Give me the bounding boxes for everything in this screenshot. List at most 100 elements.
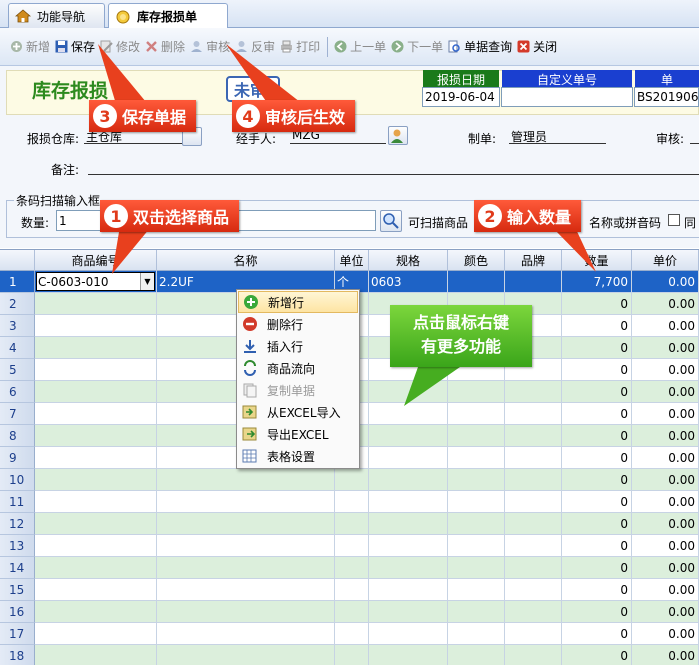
cell-qty[interactable]: 0 <box>562 315 632 337</box>
cell-price[interactable]: 0.00 <box>632 535 699 557</box>
cell-spec[interactable] <box>369 425 448 447</box>
cell-brand[interactable] <box>505 381 562 403</box>
cell-spec[interactable] <box>369 579 448 601</box>
menu-item-flow[interactable]: 商品流向 <box>238 357 358 379</box>
cell-spec[interactable] <box>369 601 448 623</box>
cell-code[interactable] <box>35 513 157 535</box>
cell-qty[interactable]: 0 <box>562 359 632 381</box>
cell-code[interactable] <box>35 293 157 315</box>
cell-qty[interactable]: 0 <box>562 403 632 425</box>
cell-spec[interactable] <box>369 535 448 557</box>
col-color-header[interactable]: 颜色 <box>448 250 505 271</box>
cell-color[interactable] <box>448 513 505 535</box>
cell-spec[interactable] <box>369 623 448 645</box>
cell-name[interactable] <box>157 491 335 513</box>
cell-unit[interactable] <box>335 601 369 623</box>
cell-brand[interactable] <box>505 645 562 665</box>
cell-name[interactable] <box>157 469 335 491</box>
col-code-header[interactable]: 商品编号 <box>35 250 157 271</box>
col-price-header[interactable]: 单价 <box>632 250 699 271</box>
cell-qty[interactable]: 0 <box>562 425 632 447</box>
cell-unit[interactable] <box>335 623 369 645</box>
doc-no-field[interactable]: BS2019060 <box>634 87 699 107</box>
cell-qty[interactable]: 0 <box>562 293 632 315</box>
cell-name[interactable] <box>157 623 335 645</box>
query-button[interactable]: 单据查询 <box>448 35 512 59</box>
cell-name[interactable] <box>157 579 335 601</box>
cell-name[interactable] <box>157 601 335 623</box>
cell-color[interactable] <box>448 601 505 623</box>
cell-qty[interactable]: 0 <box>562 513 632 535</box>
cell-brand[interactable] <box>505 491 562 513</box>
cell-code[interactable] <box>35 645 157 665</box>
cell-spec[interactable] <box>369 447 448 469</box>
cell-spec[interactable] <box>369 381 448 403</box>
cell-qty[interactable]: 0 <box>562 601 632 623</box>
product-code-combo[interactable]: C-0603-010 ▼ <box>36 272 155 291</box>
table-row[interactable]: 14 0 0.00 <box>0 557 699 579</box>
cell-unit[interactable] <box>335 535 369 557</box>
cell-spec[interactable] <box>369 403 448 425</box>
cell-spec[interactable] <box>369 491 448 513</box>
table-row[interactable]: 13 0 0.00 <box>0 535 699 557</box>
cell-color[interactable] <box>448 425 505 447</box>
cell-code[interactable] <box>35 315 157 337</box>
cell-code[interactable] <box>35 535 157 557</box>
tab-inventory-loss[interactable]: 库存报损单 <box>108 3 228 29</box>
cell-color[interactable] <box>448 469 505 491</box>
cell-code[interactable] <box>35 601 157 623</box>
remark-field[interactable] <box>88 159 699 175</box>
table-row[interactable]: 11 0 0.00 <box>0 491 699 513</box>
print-button[interactable]: 打印 <box>280 35 320 59</box>
cell-price[interactable]: 0.00 <box>632 293 699 315</box>
cell-code[interactable] <box>35 337 157 359</box>
cell-brand[interactable] <box>505 535 562 557</box>
cell-code[interactable] <box>35 469 157 491</box>
cell-color[interactable] <box>448 557 505 579</box>
cell-color[interactable] <box>448 403 505 425</box>
cell-qty[interactable]: 0 <box>562 491 632 513</box>
cell-price[interactable]: 0.00 <box>632 315 699 337</box>
menu-item-insert-row[interactable]: 插入行 <box>238 335 358 357</box>
cell-price[interactable]: 0.00 <box>632 359 699 381</box>
cell-price[interactable]: 0.00 <box>632 469 699 491</box>
cell-qty[interactable]: 0 <box>562 557 632 579</box>
cell-color[interactable] <box>448 491 505 513</box>
cell-qty[interactable]: 0 <box>562 645 632 665</box>
cell-code[interactable] <box>35 579 157 601</box>
edit-button[interactable]: 修改 <box>100 35 140 59</box>
save-button[interactable]: 保存 <box>55 35 95 59</box>
cell-code[interactable] <box>35 557 157 579</box>
col-qty-header[interactable]: 数量 <box>562 250 632 271</box>
same-checkbox[interactable] <box>668 214 680 226</box>
cell-qty[interactable]: 0 <box>562 381 632 403</box>
cell-color[interactable] <box>448 645 505 665</box>
cell-unit[interactable] <box>335 491 369 513</box>
cell-code[interactable] <box>35 425 157 447</box>
cell-name[interactable] <box>157 557 335 579</box>
table-row[interactable]: 15 0 0.00 <box>0 579 699 601</box>
delete-button[interactable]: 删除 <box>145 35 185 59</box>
cell-qty[interactable]: 0 <box>562 469 632 491</box>
cell-unit[interactable] <box>335 579 369 601</box>
menu-item-grid-settings[interactable]: 表格设置 <box>238 445 358 467</box>
cell-price[interactable]: 0.00 <box>632 645 699 665</box>
cell-color[interactable] <box>448 623 505 645</box>
cell-code[interactable] <box>35 623 157 645</box>
cell-price[interactable]: 0.00 <box>632 337 699 359</box>
cell-qty[interactable]: 0 <box>562 623 632 645</box>
table-row[interactable]: 10 0 0.00 <box>0 469 699 491</box>
new-button[interactable]: 新增 <box>10 35 50 59</box>
scan-search-button[interactable] <box>380 210 402 232</box>
unaudit-button[interactable]: 反审 <box>235 35 275 59</box>
cell-spec[interactable] <box>369 469 448 491</box>
cell-color[interactable] <box>448 447 505 469</box>
cell-code[interactable] <box>35 447 157 469</box>
next-button[interactable]: 下一单 <box>391 35 443 59</box>
cell-unit[interactable] <box>335 557 369 579</box>
cell-price[interactable]: 0.00 <box>632 491 699 513</box>
cell-code[interactable] <box>35 359 157 381</box>
cell-color[interactable] <box>448 579 505 601</box>
cell-code[interactable] <box>35 403 157 425</box>
cell-qty[interactable]: 7,700 <box>562 271 632 293</box>
